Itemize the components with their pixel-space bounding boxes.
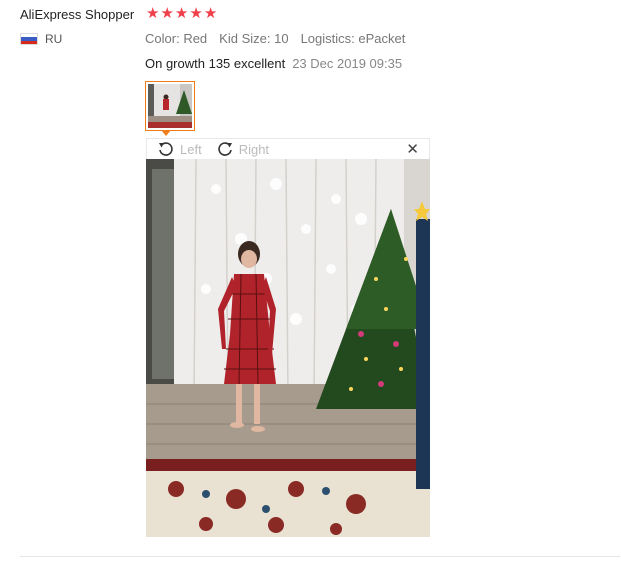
- photo-viewer-toolbar: Left Right ✕: [146, 138, 430, 159]
- order-attributes: Color: Red Kid Size: 10 Logistics: ePack…: [145, 31, 405, 46]
- close-icon[interactable]: ✕: [406, 140, 419, 158]
- reviewer-country: RU: [20, 32, 62, 46]
- star-icon: ★: [146, 5, 160, 22]
- rotate-left-button[interactable]: Left: [157, 140, 202, 158]
- attribute-kid-size: Kid Size: 10: [219, 31, 289, 46]
- star-icon: ★: [160, 5, 174, 22]
- review-photo-thumbnail[interactable]: [145, 81, 195, 131]
- rotate-right-button[interactable]: Right: [216, 140, 269, 158]
- attribute-color: Color: Red: [145, 31, 208, 46]
- review-photo-large: [146, 159, 430, 537]
- reviewer-name: AliExpress Shopper: [20, 7, 135, 22]
- review-date: 23 Dec 2019 09:35: [292, 56, 403, 71]
- attribute-logistics: Logistics: ePacket: [300, 31, 406, 46]
- star-icon: ★: [189, 5, 203, 22]
- review-feedback: On growth 135 excellent 23 Dec 2019 09:3…: [145, 56, 402, 71]
- thumbnail-image: [148, 84, 192, 128]
- country-code: RU: [45, 32, 63, 46]
- review-text: On growth 135 excellent: [145, 56, 286, 71]
- rotate-right-icon: [217, 142, 232, 156]
- rotate-left-icon: [159, 142, 173, 156]
- star-icon: ★: [174, 5, 189, 22]
- rating-stars: ★ ★ ★ ★ ★: [146, 5, 217, 23]
- star-icon: ★: [203, 5, 218, 22]
- rotate-left-label: Left: [180, 141, 202, 157]
- rotate-right-label: Right: [238, 141, 270, 157]
- russia-flag-icon: [20, 33, 38, 45]
- thumbnail-pointer: [161, 130, 171, 136]
- review-divider: [20, 556, 620, 557]
